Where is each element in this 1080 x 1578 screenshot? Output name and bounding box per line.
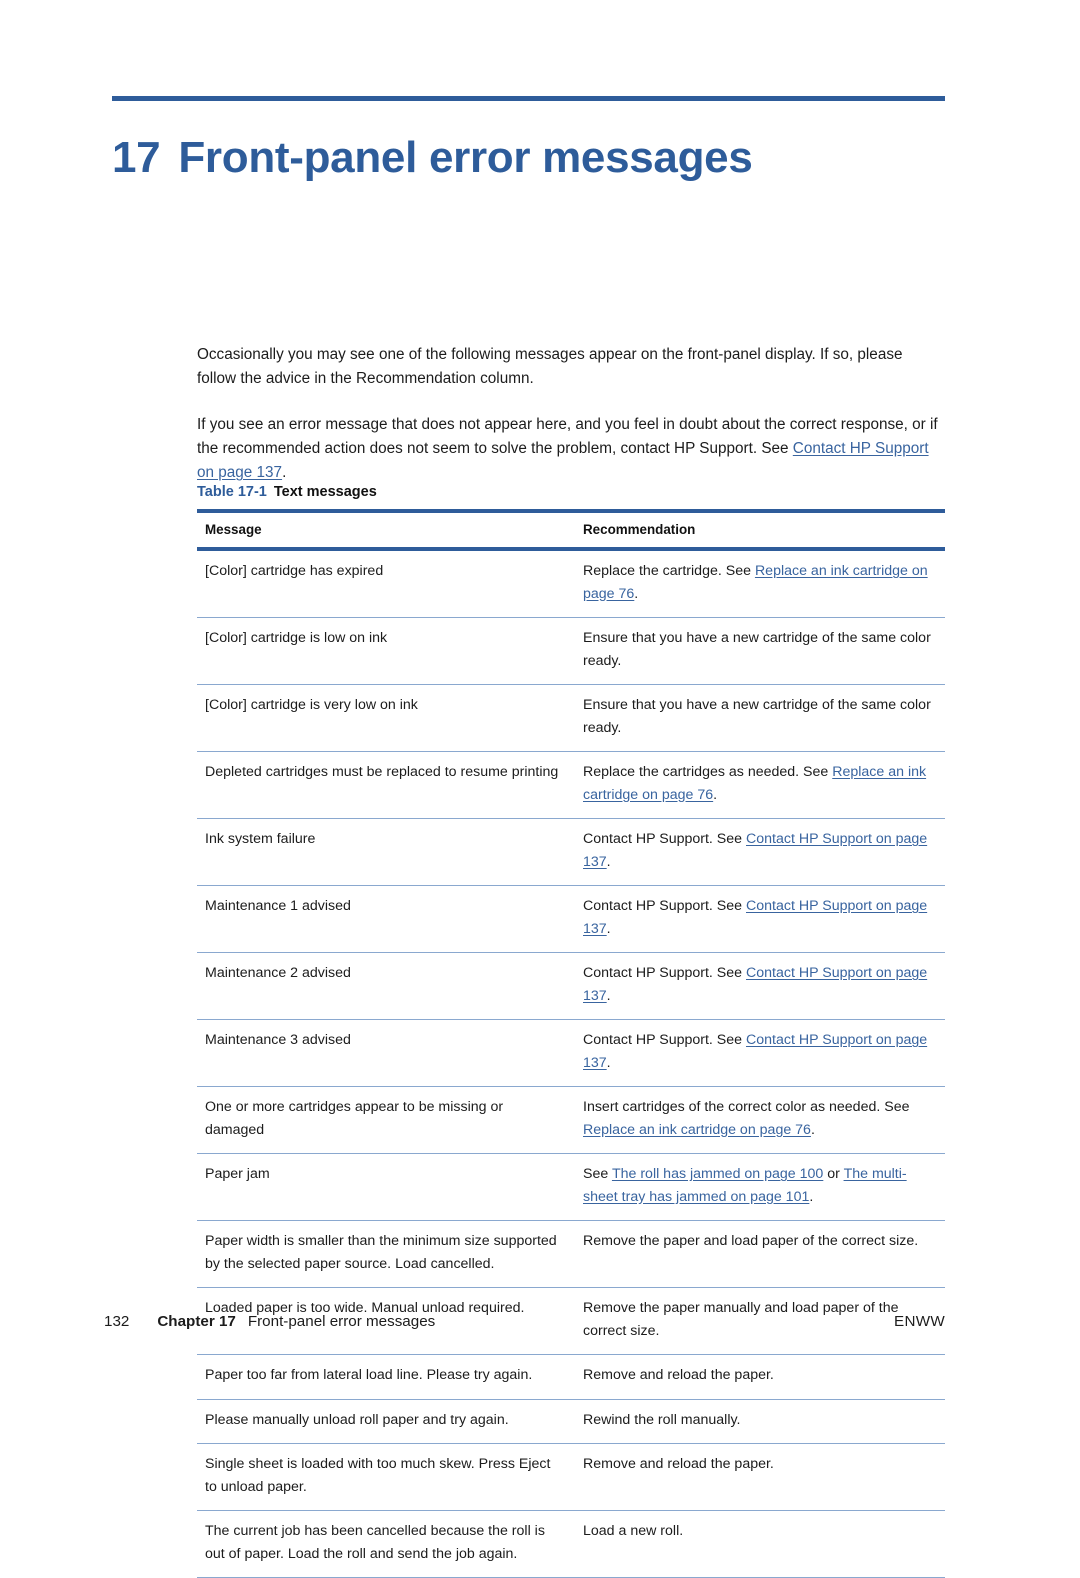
table-row: Paper too far from lateral load line. Pl… <box>197 1354 945 1400</box>
recommendation-text: Ensure that you have a new cartridge of … <box>583 630 931 669</box>
cell-message: Maintenance 1 advised <box>197 885 573 953</box>
cell-recommendation: Replace the cartridge. See Replace an in… <box>573 549 945 618</box>
recommendation-text-middle: or <box>823 1166 844 1182</box>
cell-recommendation: Contact HP Support. See Contact HP Suppo… <box>573 952 945 1020</box>
chapter-number: 17 <box>112 133 161 183</box>
cell-message: Maintenance 2 advised <box>197 952 573 1020</box>
table-row: Maintenance 1 advised Contact HP Support.… <box>197 885 945 953</box>
cell-message: Single sheet is loaded with too much ske… <box>197 1443 573 1511</box>
table-row: Please manually unload roll paper and tr… <box>197 1399 945 1444</box>
table-row: Maintenance 2 advised Contact HP Support.… <box>197 952 945 1020</box>
page-title: 17 Front-panel error messages <box>112 133 972 184</box>
recommendation-text: Remove and reload the paper. <box>583 1367 774 1383</box>
cell-recommendation: Rewind the roll manually. <box>573 1399 945 1444</box>
column-header-recommendation: Recommendation <box>573 509 945 551</box>
document-page: 17 Front-panel error messages Occasionall… <box>0 0 1080 1578</box>
recommendation-text: Remove the paper and load paper of the c… <box>583 1233 919 1249</box>
cell-message: Paper width is smaller than the minimum … <box>197 1220 573 1288</box>
recommendation-text: Load a new roll. <box>583 1523 684 1539</box>
table-header-row: Message Recommendation <box>197 509 945 551</box>
table-caption-text: Text messages <box>273 484 377 500</box>
footer-locale-label: ENWW <box>894 1313 945 1330</box>
recommendation-text-end: . <box>606 1054 611 1071</box>
recommendation-text: Replace the cartridges as needed. See <box>583 764 833 780</box>
cell-recommendation: Remove and reload the paper. <box>573 1443 945 1511</box>
recommendation-text: Contact HP Support. See <box>583 898 746 914</box>
table-row: Paper width is smaller than the minimum … <box>197 1220 945 1288</box>
table-row: Single sheet is loaded with too much ske… <box>197 1443 945 1511</box>
cell-message: Ink system failure <box>197 818 573 886</box>
recommendation-text-end: . <box>713 786 718 803</box>
recommendation-text-end: . <box>606 853 611 870</box>
cell-recommendation: Remove and reload the paper. <box>573 1354 945 1400</box>
intro-text-block: Occasionally you may see one of the foll… <box>197 343 945 485</box>
recommendation-text-end: . <box>606 920 611 937</box>
table-caption-number: Table 17-1 <box>197 484 267 500</box>
footer-chapter-label: Chapter 17 <box>157 1313 236 1330</box>
recommendation-text: Contact HP Support. See <box>583 831 746 847</box>
table-body: [Color] cartridge has expired Replace the… <box>197 549 945 1578</box>
recommendation-text-end: . <box>809 1188 814 1205</box>
table-row: One or more cartridges appear to be miss… <box>197 1086 945 1154</box>
text-messages-table-block: Table 17-1 Text messages Message Recommen… <box>197 482 945 1578</box>
recommendation-text: Ensure that you have a new cartridge of … <box>583 697 931 736</box>
table-row: Paper jam See The roll has jammed on page… <box>197 1153 945 1221</box>
table-row: Ink system failure Contact HP Support. Se… <box>197 818 945 886</box>
cell-message: Depleted cartridges must be replaced to … <box>197 751 573 819</box>
page-footer: 132 Chapter 17 Front-panel error message… <box>104 1313 945 1330</box>
table-row: [Color] cartridge is very low on ink Ensu… <box>197 684 945 752</box>
footer-left-group: 132 Chapter 17 Front-panel error message… <box>104 1313 435 1330</box>
cell-recommendation: Ensure that you have a new cartridge of … <box>573 684 945 752</box>
table-row: The current job has been cancelled becau… <box>197 1510 945 1578</box>
cell-message: Paper too far from lateral load line. Pl… <box>197 1354 573 1400</box>
cell-recommendation: Contact HP Support. See Contact HP Suppo… <box>573 1019 945 1087</box>
intro-paragraph-2-period: . <box>282 464 287 481</box>
recommendation-text-end: . <box>606 987 611 1004</box>
table-row: Depleted cartridges must be replaced to … <box>197 751 945 819</box>
cell-message: Maintenance 3 advised <box>197 1019 573 1087</box>
cell-recommendation: Load a new roll. <box>573 1510 945 1578</box>
recommendation-text: See <box>583 1166 612 1182</box>
chapter-title-text: Front-panel error messages <box>178 133 753 183</box>
recommendation-link[interactable]: The roll has jammed on page 100 <box>612 1166 823 1182</box>
table-header: Message Recommendation <box>197 509 945 551</box>
intro-paragraph-2: If you see an error message that does no… <box>197 413 945 485</box>
recommendation-text-end: . <box>810 1121 815 1138</box>
cell-recommendation: Replace the cartridges as needed. See Re… <box>573 751 945 819</box>
recommendation-text-end: . <box>634 585 639 602</box>
recommendation-text: Contact HP Support. See <box>583 1032 746 1048</box>
recommendation-text: Contact HP Support. See <box>583 965 746 981</box>
footer-page-number: 132 <box>104 1313 130 1330</box>
table-row: [Color] cartridge is low on ink Ensure th… <box>197 617 945 685</box>
recommendation-text: Remove and reload the paper. <box>583 1456 774 1472</box>
cell-recommendation: Insert cartridges of the correct color a… <box>573 1086 945 1154</box>
recommendation-text: Insert cartridges of the correct color a… <box>583 1099 910 1115</box>
cell-recommendation: Contact HP Support. See Contact HP Suppo… <box>573 818 945 886</box>
cell-recommendation: Remove the paper and load paper of the c… <box>573 1220 945 1288</box>
cell-message: Paper jam <box>197 1153 573 1221</box>
intro-paragraph-1: Occasionally you may see one of the foll… <box>197 346 903 387</box>
cell-message: [Color] cartridge is low on ink <box>197 617 573 685</box>
text-messages-table: Message Recommendation [Color] cartridge… <box>197 509 945 1578</box>
recommendation-text: Replace the cartridge. See <box>583 563 755 579</box>
table-row: Maintenance 3 advised Contact HP Support.… <box>197 1019 945 1087</box>
recommendation-text: Rewind the roll manually. <box>583 1411 741 1428</box>
cell-message: [Color] cartridge has expired <box>197 549 573 618</box>
footer-chapter-title: Front-panel error messages <box>247 1313 436 1330</box>
recommendation-link[interactable]: Replace an ink cartridge on page 76 <box>583 1122 811 1138</box>
table-caption: Table 17-1 Text messages <box>197 482 945 502</box>
cell-message: [Color] cartridge is very low on ink <box>197 684 573 752</box>
cell-message: The current job has been cancelled becau… <box>197 1510 573 1578</box>
chapter-heading-rule <box>112 96 945 101</box>
column-header-message: Message <box>197 509 573 551</box>
cell-message: Please manually unload roll paper and tr… <box>197 1399 573 1444</box>
table-row: [Color] cartridge has expired Replace the… <box>197 549 945 618</box>
cell-recommendation: See The roll has jammed on page 100 or T… <box>573 1153 945 1221</box>
cell-recommendation: Ensure that you have a new cartridge of … <box>573 617 945 685</box>
cell-message: One or more cartridges appear to be miss… <box>197 1086 573 1154</box>
cell-recommendation: Contact HP Support. See Contact HP Suppo… <box>573 885 945 953</box>
